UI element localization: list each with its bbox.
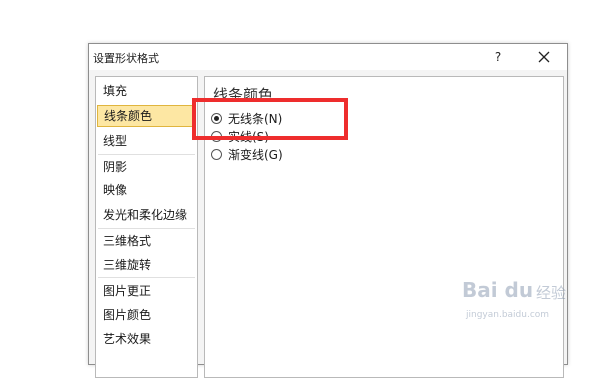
watermark-suffix: 经验 <box>536 284 567 302</box>
nav-item-3d-format[interactable]: 三维格式 <box>97 230 196 252</box>
nav-item-3d-rotation[interactable]: 三维旋转 <box>97 254 196 276</box>
radio-button[interactable] <box>211 148 222 160</box>
nav-item-line-style[interactable]: 线型 <box>97 130 196 152</box>
nav-item-reflection[interactable]: 映像 <box>97 179 196 201</box>
dialog-titlebar: 设置形状格式 ? <box>89 44 567 70</box>
nav-item-artistic-effects[interactable]: 艺术效果 <box>97 328 196 350</box>
nav-divider <box>98 277 195 278</box>
nav-item-shadow[interactable]: 阴影 <box>97 156 196 178</box>
highlight-annotation <box>192 98 348 140</box>
close-button[interactable] <box>530 45 558 69</box>
radio-label: 渐变线(G) <box>228 147 283 162</box>
watermark-url: jingyan.baidu.com <box>466 310 550 320</box>
baidu-jingyan-watermark: Bai du 经验 jingyan.baidu.com <box>462 278 592 328</box>
nav-item-picture-corrections[interactable]: 图片更正 <box>97 280 196 302</box>
dialog-title: 设置形状格式 <box>93 52 159 65</box>
watermark-brand: Bai du <box>462 278 534 302</box>
nav-divider <box>98 228 195 229</box>
radio-gradient-line[interactable]: 渐变线(G) <box>211 145 283 163</box>
nav-item-line-color[interactable]: 线条颜色 <box>97 105 196 127</box>
nav-item-fill[interactable]: 填充 <box>97 80 196 102</box>
nav-item-picture-color[interactable]: 图片颜色 <box>97 304 196 326</box>
nav-divider <box>98 154 195 155</box>
category-list: 填充 线条颜色 线型 阴影 映像 发光和柔化边缘 三维格式 三维旋转 图片更正 … <box>95 76 198 378</box>
close-icon <box>538 51 550 63</box>
nav-item-glow-soft-edges[interactable]: 发光和柔化边缘 <box>97 204 196 226</box>
help-button[interactable]: ? <box>484 45 512 69</box>
